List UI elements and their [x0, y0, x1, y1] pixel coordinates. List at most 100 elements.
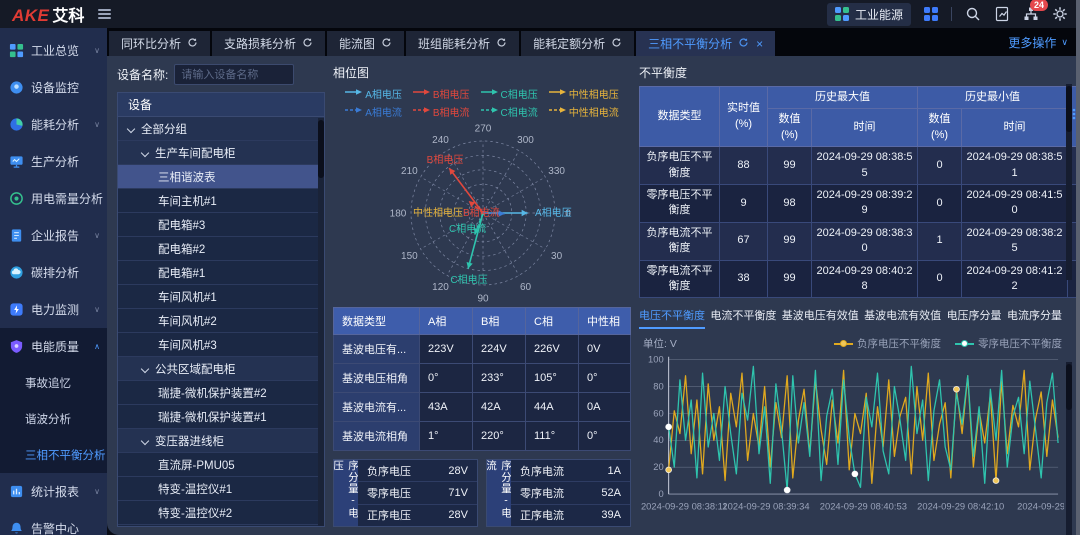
trend-tab-0[interactable]: 电压不平衡度: [639, 307, 705, 329]
phase-legend-item[interactable]: 中性相电压: [549, 86, 619, 101]
close-tab-icon[interactable]: ×: [756, 37, 763, 51]
trend-tab-4[interactable]: 电压序分量: [947, 307, 1002, 329]
phase-legend-item[interactable]: A相电压: [345, 86, 402, 101]
tree-device[interactable]: 瑞捷-微机保护装置#2: [118, 381, 324, 405]
top-tab-0[interactable]: 同环比分析: [109, 31, 210, 56]
table-scrollbar[interactable]: [1066, 84, 1072, 280]
sidebar-item-1[interactable]: 设备监控: [0, 69, 107, 106]
arrow-icon: [481, 88, 498, 99]
tree-node-label: 变压器进线柜: [155, 433, 224, 449]
tree-scrollbar[interactable]: [318, 118, 324, 526]
sidebar-item-label: 能耗分析: [31, 116, 79, 133]
sidebar-subitem-1[interactable]: 谐波分析: [0, 401, 107, 437]
sidebar-item-7[interactable]: 电力监测∨: [0, 291, 107, 328]
refresh-icon[interactable]: [738, 37, 749, 51]
sidebar-item-8[interactable]: 电能质量∧: [0, 328, 107, 365]
tree-group[interactable]: 公共区域配电柜: [118, 357, 324, 381]
alarm-center-icon[interactable]: 24: [1023, 6, 1039, 22]
menu-toggle-icon[interactable]: [96, 5, 113, 23]
tree-device[interactable]: 特变-温控仪#1: [118, 477, 324, 501]
refresh-icon[interactable]: [381, 37, 392, 51]
more-actions-button[interactable]: 更多操作 ∨: [1008, 34, 1068, 51]
sidebar-item-9[interactable]: 统计报表∨: [0, 473, 107, 510]
tree-group[interactable]: 生产车间配电柜: [118, 141, 324, 165]
top-tab-1[interactable]: 支路损耗分析: [212, 31, 325, 56]
phase-polar-chart: 0306090120150180210240270300330A相电压B相电压C…: [333, 119, 631, 305]
tree-group[interactable]: 变压器进线柜: [118, 429, 324, 453]
sidebar-item-2[interactable]: 能耗分析∨: [0, 106, 107, 143]
tree-device[interactable]: 瑞捷-微机保护装置#1: [118, 405, 324, 429]
svg-text:100: 100: [648, 355, 664, 365]
column-header: 时间: [962, 109, 1068, 147]
apps-grid-icon[interactable]: [924, 7, 938, 21]
trend-legend-item-1[interactable]: 零序电压不平衡度: [955, 336, 1062, 351]
phase-legend-item[interactable]: B相电压: [413, 86, 470, 101]
table-cell: 111°: [526, 422, 579, 451]
trend-tab-1[interactable]: 电流不平衡度: [710, 307, 776, 329]
svg-text:60: 60: [520, 282, 532, 293]
sidebar-item-4[interactable]: 用电需量分析: [0, 180, 107, 217]
trend-tab-3[interactable]: 基波电流有效值: [864, 307, 941, 329]
workspace-switcher[interactable]: 工业能源: [827, 3, 911, 26]
table-row: 零序电压不平衡度9982024-09-29 08:39:2902024-09-2…: [640, 184, 1080, 222]
trend-tab-5[interactable]: 电流序分量: [1007, 307, 1062, 329]
trend-tab-2[interactable]: 基波电压有效值: [782, 307, 859, 329]
tree-device[interactable]: 三相谐波表: [118, 165, 324, 189]
sidebar-item-label: 企业报告: [31, 227, 79, 244]
sidebar-item-10[interactable]: 告警中心: [0, 510, 107, 535]
sequence-label: 负序电流: [520, 463, 564, 479]
phase-legend-item[interactable]: C相电流: [481, 104, 538, 119]
top-tab-3[interactable]: 班组能耗分析: [406, 31, 519, 56]
tree-node-label: 瑞捷-微机保护装置#1: [158, 409, 267, 425]
refresh-icon[interactable]: [611, 37, 622, 51]
phase-legend-item[interactable]: C相电压: [481, 86, 538, 101]
svg-text:2024-09-29 08:43:2: 2024-09-29 08:43:2: [1017, 502, 1064, 512]
sidebar-item-6[interactable]: 碳排分析: [0, 254, 107, 291]
svg-text:40: 40: [653, 436, 663, 446]
tree-device[interactable]: 车间风机#2: [118, 309, 324, 333]
sidebar-item-3[interactable]: 生产分析: [0, 143, 107, 180]
tree-device[interactable]: 配电箱#2: [118, 237, 324, 261]
top-tab-2[interactable]: 能流图: [327, 31, 404, 56]
chart-scrollbar[interactable]: [1066, 362, 1072, 535]
sidebar-subitem-2[interactable]: 三相不平衡分析: [0, 437, 107, 473]
sidebar-item-0[interactable]: 工业总览∨: [0, 32, 107, 69]
main-area: 同环比分析支路损耗分析能流图 班组能耗分析能耗定额分析三相不平衡分析× 更多操作 …: [107, 28, 1080, 535]
tree-node-label: 车间风机#3: [158, 337, 217, 353]
report-file-icon[interactable]: [994, 6, 1010, 22]
phase-legend-item[interactable]: A相电流: [345, 104, 402, 119]
tree-device[interactable]: 车间风机#3: [118, 333, 324, 357]
search-icon[interactable]: [965, 6, 981, 22]
tree-device[interactable]: 特变-温控仪#2: [118, 501, 324, 525]
tree-device[interactable]: 车间风机#1: [118, 285, 324, 309]
refresh-icon[interactable]: [496, 37, 507, 51]
sidebar-item-label: 生产分析: [31, 153, 79, 170]
sequence-value: 28V: [448, 465, 468, 477]
top-tab-4[interactable]: 能耗定额分析: [521, 31, 634, 56]
arrow-icon: [413, 88, 430, 99]
top-tab-5[interactable]: 三相不平衡分析×: [636, 31, 775, 56]
refresh-icon[interactable]: [187, 37, 198, 51]
device-name-input[interactable]: [174, 64, 294, 85]
phase-panel: 相位图 A相电压B相电压C相电压中性相电压A相电流B相电流C相电流中性相电流 0…: [333, 62, 631, 527]
tree-device[interactable]: 配电箱#1: [118, 261, 324, 285]
tree-device[interactable]: 直流屏-PMU05: [118, 453, 324, 477]
phase-legend-item[interactable]: 中性相电流: [549, 104, 619, 119]
tree-device[interactable]: 配电箱#3: [118, 213, 324, 237]
sidebar-subitem-0[interactable]: 事故追忆: [0, 365, 107, 401]
sidebar-item-5[interactable]: 企业报告∨: [0, 217, 107, 254]
tree-device[interactable]: SmartGen-发电机: [118, 525, 324, 527]
tab-label: 能流图: [339, 35, 375, 52]
tree-device[interactable]: 车间主机#1: [118, 189, 324, 213]
chevron-down-icon: [141, 364, 149, 372]
pie-icon: [9, 117, 24, 132]
trend-legend-item-0[interactable]: 负序电压不平衡度: [834, 336, 941, 351]
table-row: 负序电压不平衡度88992024-09-29 08:38:5502024-09-…: [640, 147, 1080, 185]
column-header: 历史最小值: [918, 87, 1068, 109]
settings-gear-icon[interactable]: [1052, 6, 1068, 22]
sequence-label: 零序电压: [367, 485, 411, 501]
refresh-icon[interactable]: [302, 37, 313, 51]
tree-group[interactable]: 全部分组: [118, 117, 324, 141]
chevron-down-icon: ∨: [94, 305, 100, 314]
phase-legend-item[interactable]: B相电流: [413, 104, 470, 119]
